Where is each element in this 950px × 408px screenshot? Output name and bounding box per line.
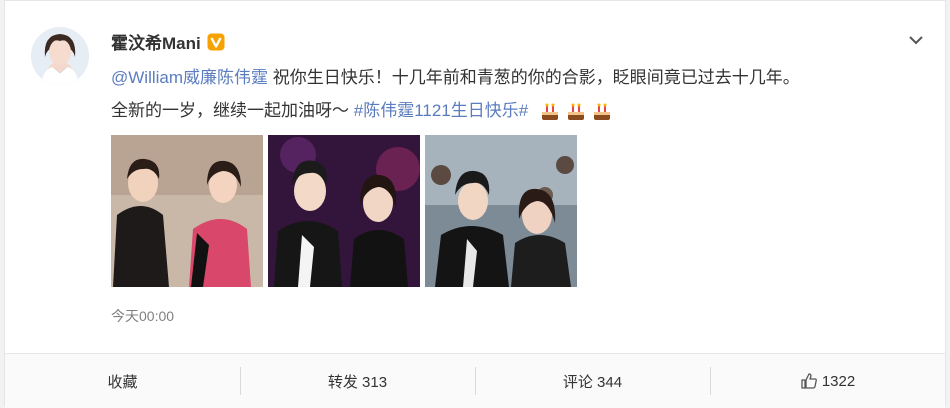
birthday-cake-icon	[591, 101, 613, 123]
post-text-line2: 全新的一岁，继续一起加油呀～	[111, 101, 354, 120]
comment-button[interactable]: 评论 344	[475, 354, 710, 408]
emoji-group	[539, 101, 613, 123]
like-count: 1322	[821, 372, 856, 390]
thumbs-up-icon	[800, 372, 818, 390]
username[interactable]: 霍汶希Mani	[111, 29, 201, 54]
chevron-down-icon[interactable]	[905, 29, 927, 51]
avatar[interactable]	[31, 27, 89, 85]
action-bar: 收藏 转发 313 评论 344 1322	[5, 353, 945, 408]
repost-label: 转发 313	[327, 373, 388, 391]
hashtag-link[interactable]: #陈伟霆1121生日快乐#	[354, 101, 528, 120]
photo-3[interactable]	[425, 135, 577, 287]
birthday-cake-icon	[565, 101, 587, 123]
photo-1[interactable]	[111, 135, 263, 287]
username-row: 霍汶希Mani	[111, 29, 225, 54]
post-text: @William威廉陈伟霆 祝你生日快乐！十几年前和青葱的你的合影，眨眼间竟已过…	[111, 61, 911, 127]
like-button[interactable]: 1322	[710, 354, 945, 408]
favorite-button[interactable]: 收藏	[5, 354, 240, 408]
avatar-image	[31, 27, 89, 85]
verified-v-icon	[207, 33, 225, 51]
mention-link[interactable]: @William威廉陈伟霆	[111, 68, 268, 87]
favorite-label: 收藏	[107, 373, 138, 391]
photo-2[interactable]	[268, 135, 420, 287]
weibo-post-card: 霍汶希Mani @William威廉陈伟霆 祝你生日快乐！十几年前和青葱的你的合…	[4, 0, 946, 408]
post-text-line1: 祝你生日快乐！十几年前和青葱的你的合影，眨眼间竟已过去十几年。	[268, 68, 800, 87]
photo-grid	[111, 135, 577, 287]
birthday-cake-icon	[539, 101, 561, 123]
repost-button[interactable]: 转发 313	[240, 354, 475, 408]
comment-label: 评论 344	[562, 373, 623, 391]
post-timestamp[interactable]: 今天00:00	[111, 306, 174, 326]
